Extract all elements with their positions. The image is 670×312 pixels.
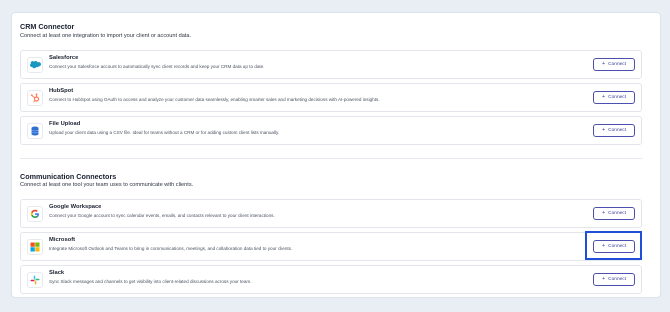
plus-icon: + [601, 242, 606, 249]
plus-icon: + [601, 93, 606, 100]
connect-label: Connect [608, 244, 627, 249]
connect-label: Connect [608, 95, 627, 100]
connect-hubspot-button[interactable]: + Connect [593, 91, 635, 104]
plus-icon: + [601, 60, 606, 67]
connect-file-upload-button[interactable]: + Connect [593, 124, 635, 137]
connector-name: Slack [49, 270, 65, 276]
connector-name: Microsoft [49, 237, 76, 243]
connector-description: Upload your client data using a CSV file… [49, 130, 280, 135]
file-upload-icon [27, 123, 43, 139]
connector-card-slack: Slack Sync Slack messages and channels t… [20, 265, 642, 294]
section-divider [20, 158, 642, 159]
crm-section-subtitle: Connect at least one integration to impo… [20, 33, 192, 39]
connect-label: Connect [608, 128, 627, 133]
slack-icon [27, 272, 43, 288]
connector-card-google-workspace: Google Workspace Connect your Google acc… [20, 199, 642, 228]
connector-card-microsoft: Microsoft Integrate Microsoft Outlook an… [20, 232, 642, 261]
integrations-panel: CRM Connector Connect at least one integ… [11, 12, 661, 298]
communication-section-subtitle: Connect at least one tool your team uses… [20, 182, 194, 188]
crm-section-title: CRM Connector [20, 22, 75, 31]
plus-icon: + [601, 126, 606, 133]
connector-description: Connect your Google account to sync cale… [49, 213, 275, 218]
google-icon [27, 206, 43, 222]
connector-card-hubspot: HubSpot Connect to HubSpot using OAuth t… [20, 83, 642, 112]
connector-name: HubSpot [49, 88, 74, 94]
connect-label: Connect [608, 62, 627, 67]
communication-section-title: Communication Connectors [20, 172, 117, 181]
connector-description: Integrate Microsoft Outlook and Teams to… [49, 246, 293, 251]
plus-icon: + [601, 275, 606, 282]
salesforce-icon [27, 57, 43, 73]
hubspot-icon [27, 90, 43, 106]
connector-description: Connect your Salesforce account to autom… [49, 64, 265, 69]
microsoft-icon [27, 239, 43, 255]
connector-description: Connect to HubSpot using OAuth to access… [49, 97, 380, 102]
connect-label: Connect [608, 211, 627, 216]
connect-google-workspace-button[interactable]: + Connect [593, 207, 635, 220]
connector-name: Salesforce [49, 55, 79, 61]
connect-microsoft-button[interactable]: + Connect [593, 240, 635, 253]
connector-card-file-upload: File Upload Upload your client data usin… [20, 116, 642, 145]
connect-slack-button[interactable]: + Connect [593, 273, 635, 286]
connect-label: Connect [608, 277, 627, 282]
connector-description: Sync Slack messages and channels to get … [49, 279, 252, 284]
connector-name: File Upload [49, 121, 81, 127]
plus-icon: + [601, 209, 606, 216]
connect-salesforce-button[interactable]: + Connect [593, 58, 635, 71]
connector-name: Google Workspace [49, 204, 102, 210]
connector-card-salesforce: Salesforce Connect your Salesforce accou… [20, 50, 642, 79]
